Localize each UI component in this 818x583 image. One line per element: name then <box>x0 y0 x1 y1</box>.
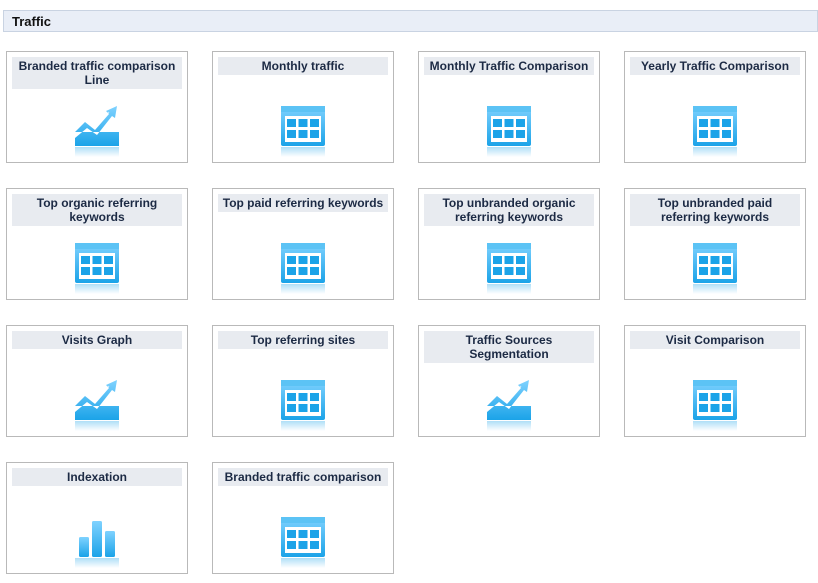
report-tile[interactable]: Traffic Sources Segmentation <box>418 325 600 437</box>
table-icon <box>691 102 739 158</box>
report-tile-label: Traffic Sources Segmentation <box>424 331 594 363</box>
report-tile[interactable]: Indexation <box>6 462 188 574</box>
table-icon <box>691 376 739 432</box>
table-icon <box>279 513 327 569</box>
report-tile-label: Visits Graph <box>12 331 182 349</box>
table-icon <box>279 376 327 432</box>
report-tile[interactable]: Top unbranded organic referring keywords <box>418 188 600 300</box>
report-tile[interactable]: Top paid referring keywords <box>212 188 394 300</box>
report-tile-label: Branded traffic comparison Line <box>12 57 182 89</box>
report-tile-label: Indexation <box>12 468 182 486</box>
line-chart-icon <box>485 376 533 432</box>
report-tile[interactable]: Top organic referring keywords <box>6 188 188 300</box>
report-tile[interactable]: Top unbranded paid referring keywords <box>624 188 806 300</box>
report-tile-label: Visit Comparison <box>630 331 800 349</box>
report-tile-label: Top referring sites <box>218 331 388 349</box>
report-tile-label: Top paid referring keywords <box>218 194 388 212</box>
report-tile-grid: Branded traffic comparison Line Monthly … <box>6 51 806 574</box>
report-tile[interactable]: Monthly Traffic Comparison <box>418 51 600 163</box>
report-tile[interactable]: Yearly Traffic Comparison <box>624 51 806 163</box>
report-tile-label: Monthly traffic <box>218 57 388 75</box>
table-icon <box>279 239 327 295</box>
report-tile-label: Yearly Traffic Comparison <box>630 57 800 75</box>
table-icon <box>279 102 327 158</box>
bar-chart-icon <box>73 513 121 569</box>
table-icon <box>485 102 533 158</box>
section-title: Traffic <box>12 14 52 29</box>
report-tile[interactable]: Top referring sites <box>212 325 394 437</box>
table-icon <box>691 239 739 295</box>
report-tile[interactable]: Visits Graph <box>6 325 188 437</box>
section-header: Traffic <box>3 10 818 32</box>
line-chart-icon <box>73 376 121 432</box>
report-tile-label: Monthly Traffic Comparison <box>424 57 594 75</box>
table-icon <box>485 239 533 295</box>
report-tile-label: Top unbranded organic referring keywords <box>424 194 594 226</box>
report-tile[interactable]: Branded traffic comparison Line <box>6 51 188 163</box>
report-tile-label: Top unbranded paid referring keywords <box>630 194 800 226</box>
report-tile[interactable]: Monthly traffic <box>212 51 394 163</box>
report-tile[interactable]: Visit Comparison <box>624 325 806 437</box>
line-chart-icon <box>73 102 121 158</box>
report-tile[interactable]: Branded traffic comparison <box>212 462 394 574</box>
report-tile-label: Top organic referring keywords <box>12 194 182 226</box>
table-icon <box>73 239 121 295</box>
report-tile-label: Branded traffic comparison <box>218 468 388 486</box>
